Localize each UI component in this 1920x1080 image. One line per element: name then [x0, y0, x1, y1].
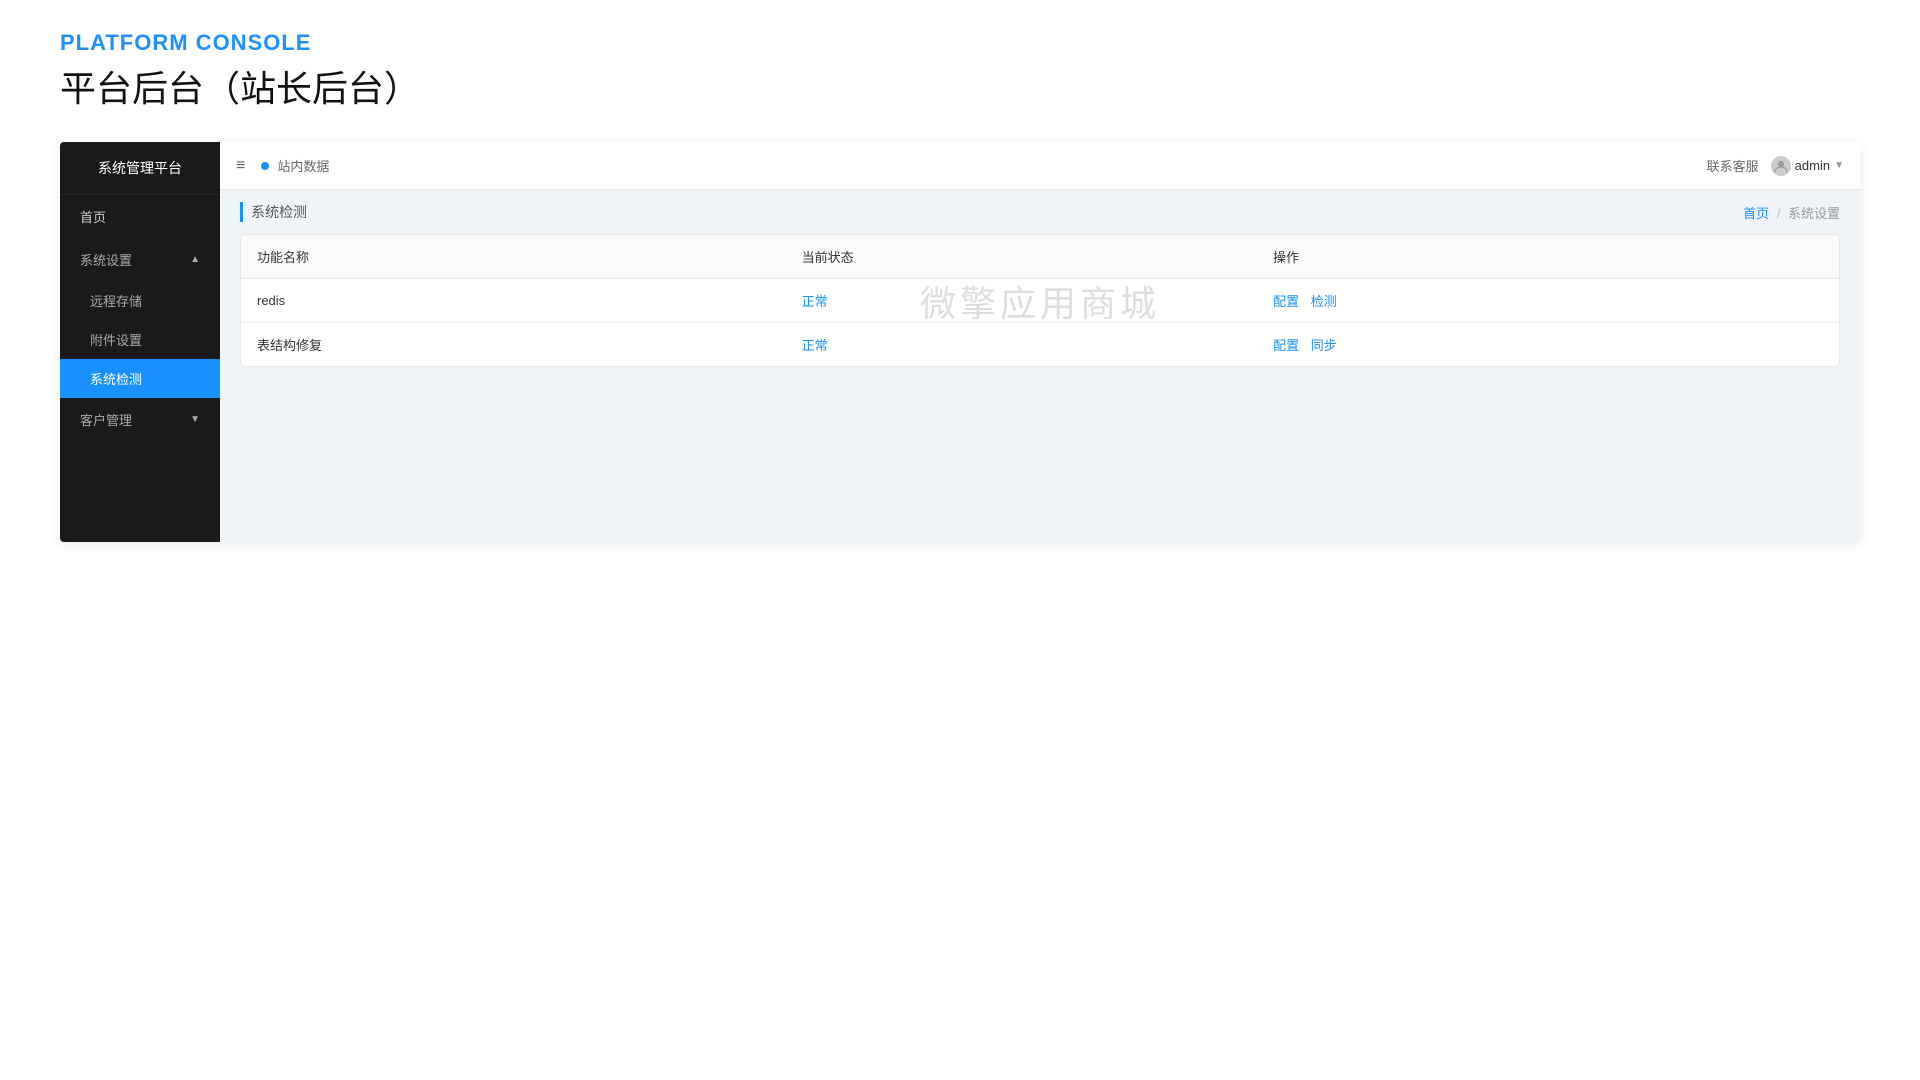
row-2-config-link[interactable]: 配置: [1273, 338, 1299, 353]
row-2-func-name: 表结构修复: [241, 323, 786, 367]
table-header-row: 功能名称 当前状态 操作: [241, 235, 1839, 279]
system-settings-chevron-up-icon: [190, 254, 200, 265]
customer-management-chevron-down-icon: [190, 414, 200, 425]
sidebar-nav: 首页 系统设置 远程存储 附件设置 系统检测 客户管理: [60, 195, 220, 542]
sidebar-item-remote-storage[interactable]: 远程存储: [60, 281, 220, 320]
row-2-sync-link[interactable]: 同步: [1311, 338, 1337, 353]
sidebar-brand: 系统管理平台: [60, 142, 220, 195]
topbar-support-link[interactable]: 联系客服: [1707, 156, 1759, 175]
sidebar-item-remote-storage-label: 远程存储: [90, 294, 142, 309]
page-breadcrumb-bar: 系统检测 首页 / 系统设置: [240, 202, 1840, 222]
sidebar-item-system-settings[interactable]: 系统设置: [60, 238, 220, 281]
admin-label: admin: [1795, 158, 1830, 173]
row-1-func-name: redis: [241, 279, 786, 323]
breadcrumb-path: 首页 / 系统设置: [1743, 203, 1840, 222]
table-container: 功能名称 当前状态 操作 redis 正常: [240, 234, 1840, 367]
platform-title-zh: 平台后台（站长后台）: [60, 60, 1860, 112]
system-check-table: 功能名称 当前状态 操作 redis 正常: [241, 235, 1839, 366]
table-header: 功能名称 当前状态 操作: [241, 235, 1839, 279]
row-1-status: 正常: [786, 279, 1258, 323]
breadcrumb-home-link[interactable]: 首页: [1743, 206, 1769, 221]
sidebar: 系统管理平台 首页 系统设置 远程存储 附件设置 系统检测 客户管理: [60, 142, 220, 542]
topbar: ≡ 站内数据 联系客服 admin ▼: [220, 142, 1860, 190]
table-wrapper: 功能名称 当前状态 操作 redis 正常: [240, 234, 1840, 367]
topbar-right: 联系客服 admin ▼: [1707, 156, 1844, 176]
main-layout: 系统管理平台 首页 系统设置 远程存储 附件设置 系统检测 客户管理: [60, 142, 1860, 542]
topbar-admin-menu[interactable]: admin ▼: [1771, 156, 1844, 176]
sidebar-item-home-label: 首页: [80, 207, 106, 226]
page-content: 系统检测 首页 / 系统设置 功能名称 当前状态 操作: [220, 190, 1860, 542]
sidebar-item-customer-management-label: 客户管理: [80, 410, 132, 429]
section-title: 系统检测: [240, 202, 307, 222]
sidebar-item-customer-management[interactable]: 客户管理: [60, 398, 220, 441]
topbar-breadcrumb: 站内数据: [261, 156, 329, 175]
platform-title-en: PLATFORM CONSOLE: [60, 30, 1860, 56]
row-1-actions: 配置 检测: [1257, 279, 1839, 323]
dot-icon: [261, 162, 269, 170]
content-area: ≡ 站内数据 联系客服 admin ▼: [220, 142, 1860, 542]
row-1-config-link[interactable]: 配置: [1273, 294, 1299, 309]
topbar-breadcrumb-label: 站内数据: [277, 156, 329, 175]
breadcrumb-current: 系统设置: [1788, 206, 1840, 221]
table-body: redis 正常 配置 检测 表结构修复: [241, 279, 1839, 367]
col-func-name: 功能名称: [241, 235, 786, 279]
breadcrumb-separator: /: [1777, 206, 1781, 221]
admin-dropdown-icon: ▼: [1834, 160, 1844, 171]
row-1-detect-link[interactable]: 检测: [1311, 294, 1337, 309]
sidebar-item-attachment-settings-label: 附件设置: [90, 333, 142, 348]
menu-icon[interactable]: ≡: [236, 157, 245, 175]
sidebar-item-system-settings-label: 系统设置: [80, 250, 132, 269]
sidebar-item-home[interactable]: 首页: [60, 195, 220, 238]
col-action: 操作: [1257, 235, 1839, 279]
col-status: 当前状态: [786, 235, 1258, 279]
row-2-status-badge: 正常: [802, 338, 828, 353]
row-1-status-badge: 正常: [802, 294, 828, 309]
row-2-status: 正常: [786, 323, 1258, 367]
sidebar-item-system-check-label: 系统检测: [90, 372, 142, 387]
sidebar-item-attachment-settings[interactable]: 附件设置: [60, 320, 220, 359]
sidebar-item-system-check[interactable]: 系统检测: [60, 359, 220, 398]
table-row: 表结构修复 正常 配置 同步: [241, 323, 1839, 367]
topbar-left: ≡ 站内数据: [236, 156, 329, 175]
row-2-actions: 配置 同步: [1257, 323, 1839, 367]
page-header: PLATFORM CONSOLE 平台后台（站长后台）: [0, 0, 1920, 132]
admin-avatar-icon: [1771, 156, 1791, 176]
table-row: redis 正常 配置 检测: [241, 279, 1839, 323]
